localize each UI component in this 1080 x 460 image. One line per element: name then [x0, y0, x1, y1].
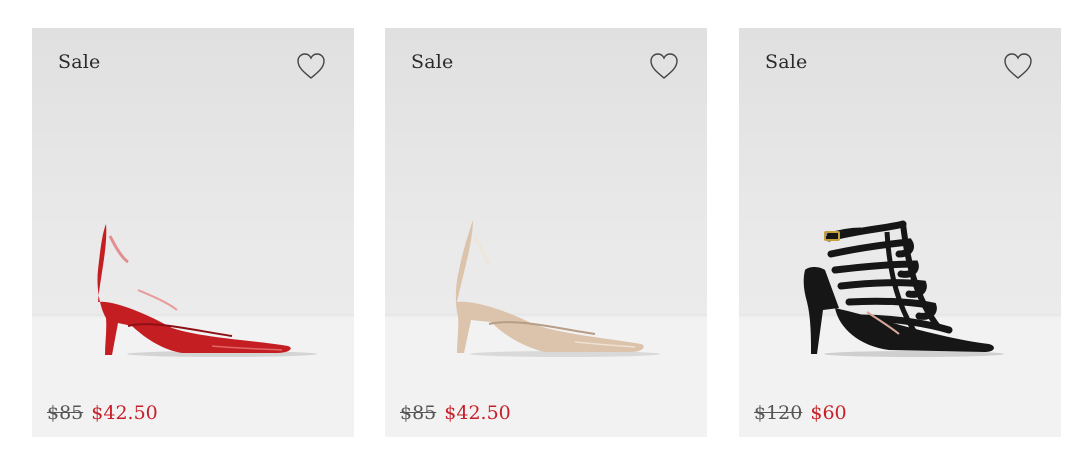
favorite-button[interactable]	[296, 52, 326, 80]
price: $120 $60	[754, 402, 847, 424]
favorite-button[interactable]	[649, 52, 679, 80]
heart-outline-icon	[650, 53, 678, 79]
product-card[interactable]: Sale $120 $60	[739, 28, 1061, 437]
sale-badge: Sale	[765, 51, 808, 73]
favorite-button[interactable]	[1003, 52, 1033, 80]
sale-badge: Sale	[58, 51, 101, 73]
heart-outline-icon	[1004, 53, 1032, 79]
sale-price: $42.50	[91, 402, 158, 424]
sale-price: $42.50	[444, 402, 511, 424]
product-image-red-pump[interactable]	[32, 178, 354, 368]
sale-price: $60	[810, 402, 847, 424]
product-card[interactable]: Sale $85 $42.50	[385, 28, 707, 437]
product-grid: Sale $85 $42.50 Sale $85 $42.50 Sale $12…	[32, 28, 1062, 437]
product-image-nude-pump[interactable]	[385, 178, 707, 368]
original-price: $85	[47, 402, 84, 424]
product-card[interactable]: Sale $85 $42.50	[32, 28, 354, 437]
heart-outline-icon	[297, 53, 325, 79]
price: $85 $42.50	[400, 402, 511, 424]
original-price: $85	[400, 402, 437, 424]
sale-badge: Sale	[411, 51, 454, 73]
product-image-black-sandal[interactable]	[739, 178, 1061, 368]
original-price: $120	[754, 402, 803, 424]
price: $85 $42.50	[47, 402, 158, 424]
